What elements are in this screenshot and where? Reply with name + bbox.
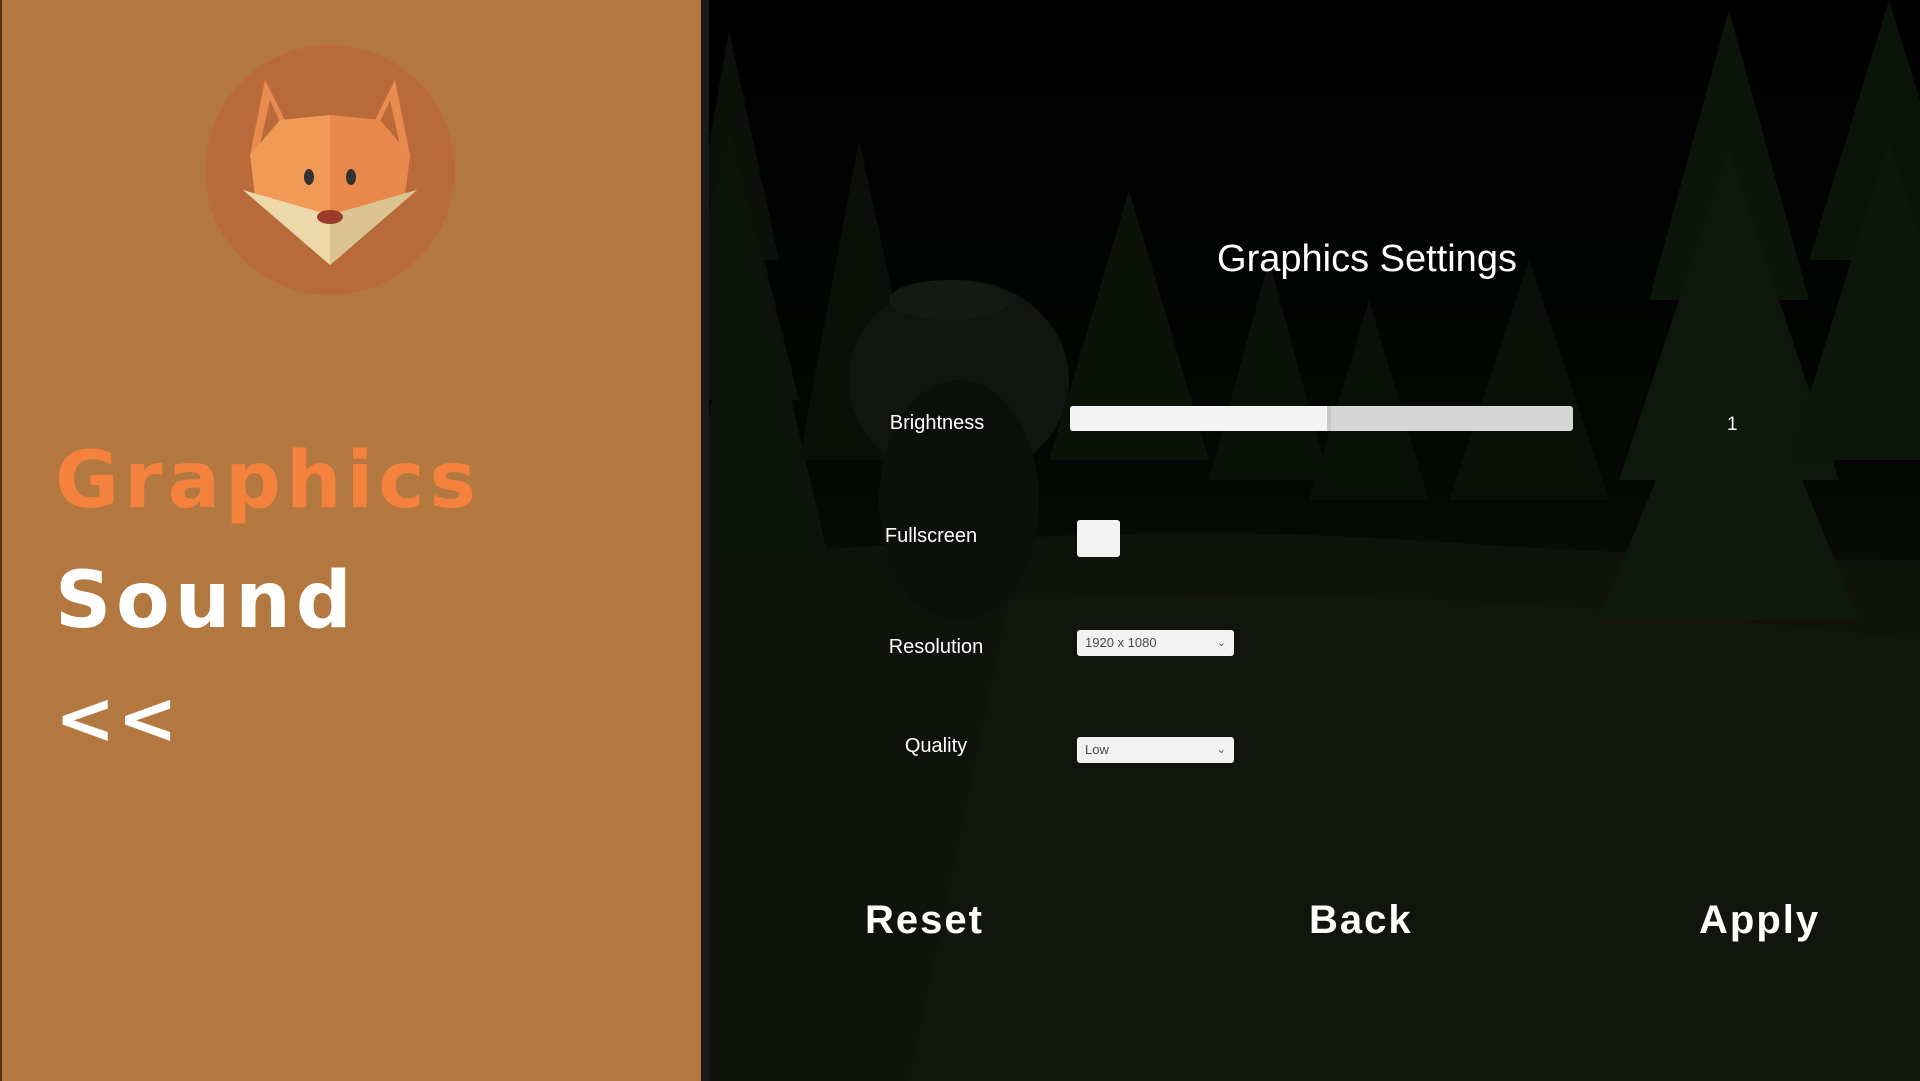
page-title: Graphics Settings: [1217, 238, 1517, 280]
resolution-dropdown[interactable]: 1920 x 1080 ⌄: [1077, 630, 1234, 656]
brightness-value: 1: [1727, 414, 1738, 435]
fox-head-icon: [205, 45, 455, 295]
fullscreen-checkbox[interactable]: [1077, 520, 1120, 557]
fullscreen-label: Fullscreen: [884, 525, 978, 547]
resolution-label: Resolution: [888, 636, 984, 658]
quality-dropdown[interactable]: Low ⌄: [1077, 737, 1234, 763]
brightness-slider-fill: [1070, 406, 1327, 431]
menu-back-arrow[interactable]: <<: [55, 676, 180, 760]
brightness-slider[interactable]: [1070, 406, 1573, 431]
reset-button[interactable]: Reset: [865, 898, 984, 943]
quality-selected: Low: [1085, 742, 1109, 757]
graphics-settings-scene: Graphics Settings Brightness 1 Fullscree…: [709, 0, 1920, 1081]
chevron-down-icon: ⌄: [1216, 637, 1226, 649]
quality-label: Quality: [904, 735, 968, 757]
side-menu-panel: Graphics Sound <<: [0, 0, 709, 1081]
apply-button[interactable]: Apply: [1699, 898, 1820, 943]
chevron-down-icon: ⌄: [1216, 744, 1226, 756]
back-button[interactable]: Back: [1309, 898, 1413, 943]
brightness-slider-handle[interactable]: [1326, 406, 1331, 431]
menu-sound[interactable]: Sound: [55, 556, 357, 646]
menu-graphics[interactable]: Graphics: [55, 436, 481, 526]
brightness-label: Brightness: [889, 412, 985, 434]
resolution-selected: 1920 x 1080: [1085, 635, 1157, 650]
